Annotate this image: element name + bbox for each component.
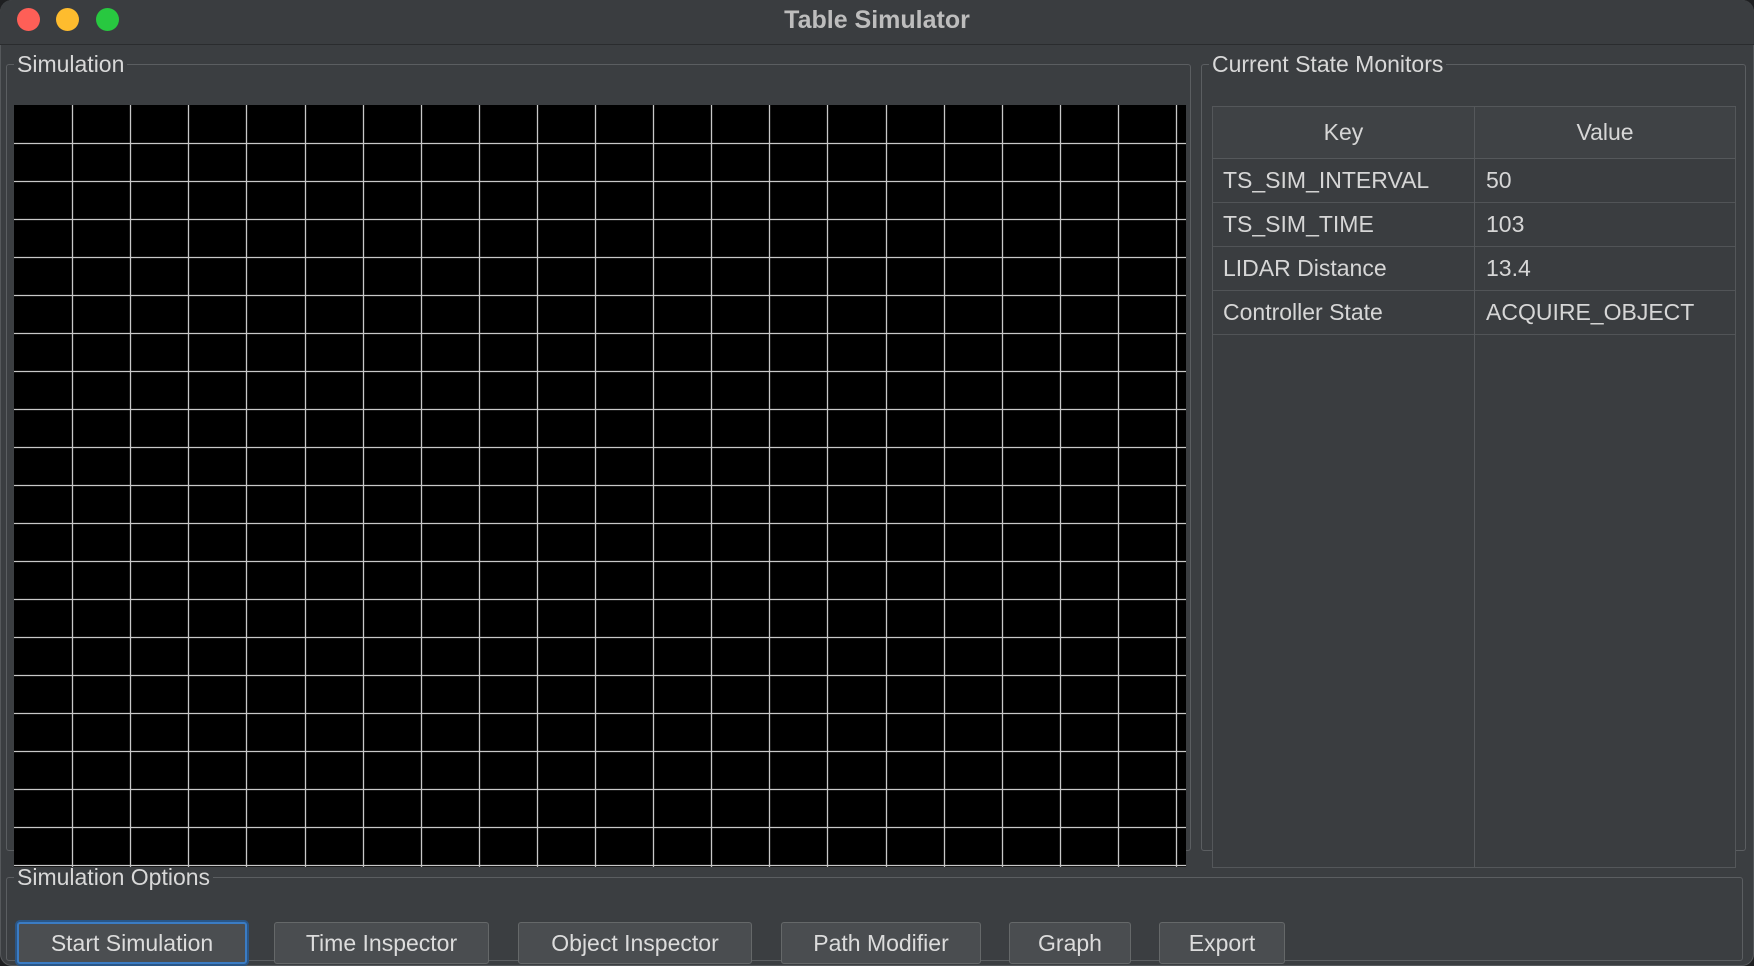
path-modifier-button[interactable]: Path Modifier <box>781 922 981 964</box>
start-simulation-button[interactable]: Start Simulation <box>17 922 247 964</box>
simulation-options-label: Simulation Options <box>17 864 211 890</box>
column-header-value[interactable]: Value <box>1475 107 1735 158</box>
monitor-value-cell: 13.4 <box>1486 255 1531 281</box>
simulation-options-group: Simulation Options Start Simulation Time… <box>6 864 1743 964</box>
monitor-key-cell: LIDAR Distance <box>1223 255 1387 281</box>
monitor-value-cell: ACQUIRE_OBJECT <box>1486 299 1695 325</box>
simulation-group-label: Simulation <box>17 51 125 77</box>
graph-button[interactable]: Graph <box>1009 922 1131 964</box>
monitor-value-cell: 50 <box>1486 167 1512 193</box>
monitor-key-cell: TS_SIM_INTERVAL <box>1223 167 1430 193</box>
app-window: Table Simulator Simulation Current State… <box>0 0 1754 966</box>
monitor-value-cell: 103 <box>1486 211 1525 237</box>
export-button[interactable]: Export <box>1159 922 1285 964</box>
monitor-key-cell: Controller State <box>1223 299 1383 325</box>
state-monitor-table: Key Value TS_SIM_INTERVAL 50 TS_SIM_TIME… <box>1212 106 1736 868</box>
simulation-canvas[interactable] <box>14 105 1186 867</box>
title-bar: Table Simulator <box>0 0 1754 45</box>
window-title: Table Simulator <box>784 6 970 34</box>
simulation-group: Simulation <box>6 51 1191 867</box>
state-monitors-group: Current State Monitors Key Value TS_SIM_… <box>1201 51 1746 868</box>
time-inspector-button[interactable]: Time Inspector <box>274 922 489 964</box>
object-inspector-button[interactable]: Object Inspector <box>518 922 752 964</box>
column-header-key[interactable]: Key <box>1213 107 1474 158</box>
simulation-grid <box>14 105 1186 867</box>
state-monitors-label: Current State Monitors <box>1212 51 1444 77</box>
column-divider[interactable] <box>1474 107 1475 867</box>
monitor-key-cell: TS_SIM_TIME <box>1223 211 1374 237</box>
